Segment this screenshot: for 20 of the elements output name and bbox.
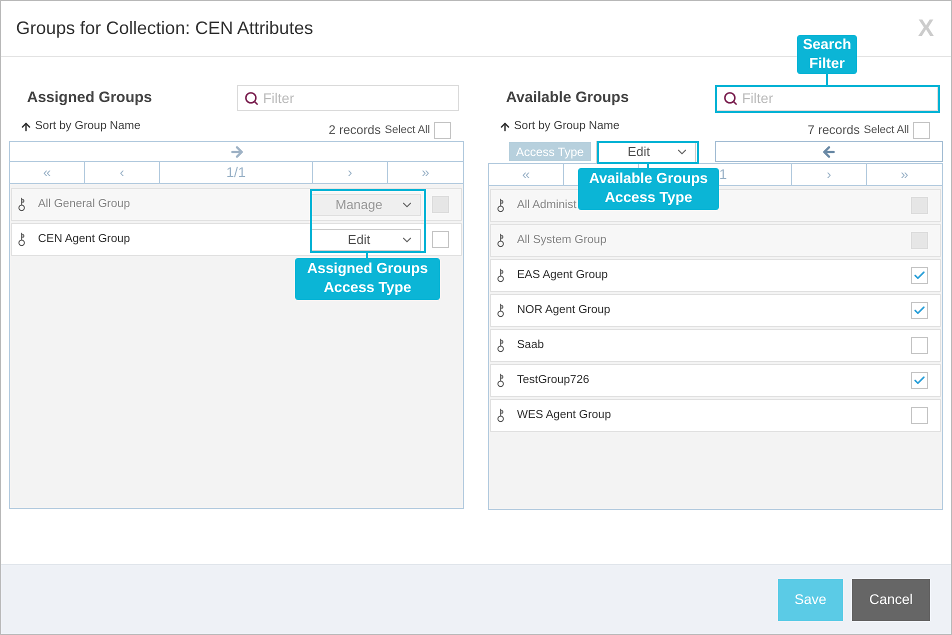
callout-tooltip: Assigned Groups Access Type xyxy=(295,258,440,300)
callout-tooltip: Available Groups Access Type xyxy=(578,168,719,210)
group-name: All System Group xyxy=(517,232,606,248)
select-all-label: Select All xyxy=(864,123,909,138)
select-all-label: Select All xyxy=(384,123,430,138)
dialog-title: Groups for Collection: CEN Attributes xyxy=(16,17,314,40)
section-heading: Available Groups xyxy=(505,88,629,108)
group-name: EAS Agent Group xyxy=(517,268,608,283)
section-heading: Assigned Groups xyxy=(26,88,152,108)
group-name: All Administ xyxy=(517,198,576,213)
group-name: CEN Agent Group xyxy=(38,232,130,247)
group-name: Saab xyxy=(517,338,544,353)
record-count: 2 records xyxy=(328,122,381,140)
group-name: WES Agent Group xyxy=(517,408,611,423)
record-count: 7 records xyxy=(808,122,860,140)
group-name: All General Group xyxy=(38,196,130,212)
group-name: TestGroup726 xyxy=(517,372,590,388)
callout-tooltip: Search Filter xyxy=(797,35,857,74)
access-type-label: Access Type xyxy=(509,142,591,161)
group-name: NOR Agent Group xyxy=(517,302,610,318)
